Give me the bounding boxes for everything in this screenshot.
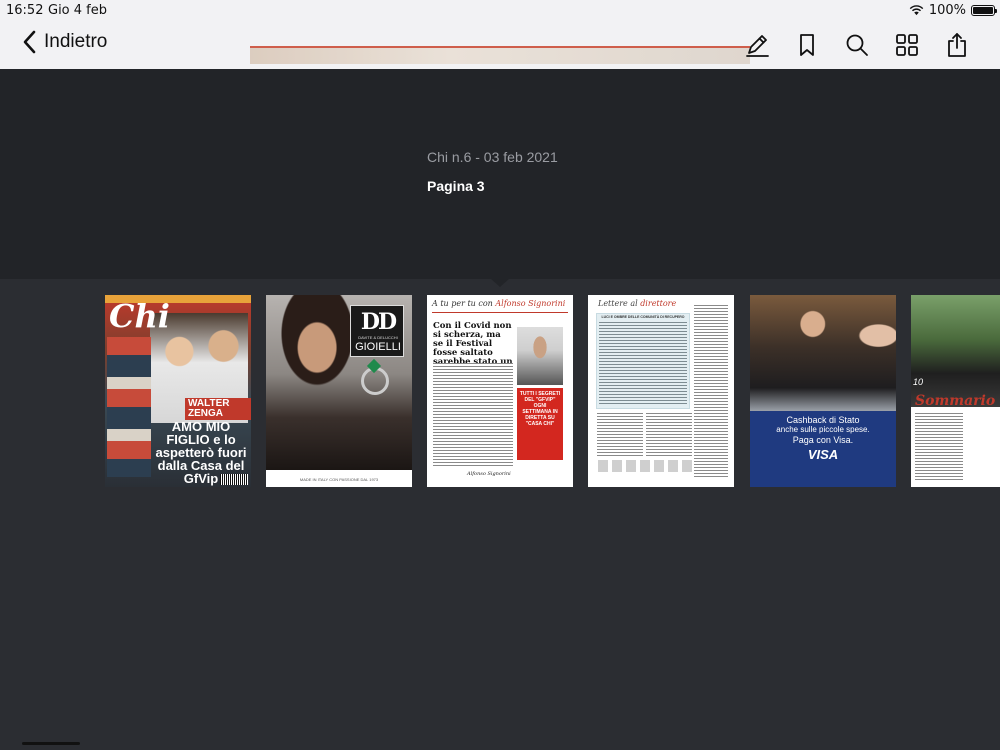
- issue-title: Chi n.6 - 03 feb 2021: [427, 149, 558, 165]
- thumbnail-ad-jewelry[interactable]: DD DAVITE & DELUCCHI GIOIELLI MADE IN IT…: [266, 295, 412, 487]
- visa-line-1: Cashback di Stato: [786, 415, 860, 425]
- editorial-red-box-text: TUTTI I SEGRETI DEL "GFVIP" OGNI SETTIMA…: [519, 391, 561, 427]
- thumbnail-editorial[interactable]: A tu per tu con Alfonso Signorini Con il…: [427, 295, 573, 487]
- back-label: Indietro: [44, 31, 108, 52]
- grid-icon: [896, 34, 918, 56]
- letters-column-right: [694, 305, 728, 477]
- contents-number: 10: [913, 377, 924, 387]
- grid-button[interactable]: [882, 28, 932, 62]
- editorial-signature: Alfonso Signorini: [467, 471, 511, 477]
- share-icon: [948, 33, 966, 57]
- cover-side-stories: [107, 337, 151, 477]
- thumbnail-ad-visa[interactable]: Cashback di Stato anche sulle piccole sp…: [750, 295, 896, 487]
- contents-list: [915, 413, 963, 481]
- visa-logo: VISA: [807, 447, 839, 462]
- bookmark-icon: [800, 34, 814, 56]
- toolbar: [732, 28, 982, 62]
- home-indicator: [22, 742, 80, 745]
- bookmark-button[interactable]: [782, 28, 832, 62]
- visa-photo: [750, 295, 896, 411]
- brand-line: DAVITE & DELUCCHI: [358, 335, 398, 340]
- wifi-icon: [909, 5, 924, 16]
- top-bar: 16:52 Gio 4 feb 100% Indietro: [0, 0, 1000, 69]
- editorial-body: [433, 363, 513, 467]
- status-right: 100%: [909, 3, 997, 18]
- status-date: Gio 4 feb: [48, 3, 108, 18]
- letters-heading: Lettere al direttore: [598, 299, 676, 308]
- kicker-prefix: A tu per tu con: [432, 299, 493, 308]
- editorial-photo: [517, 327, 563, 385]
- barcode: [220, 474, 248, 485]
- issue-info-panel: Chi n.6 - 03 feb 2021 Pagina 3: [0, 69, 1000, 279]
- contents-title: Sommario: [915, 393, 996, 409]
- thumbnail-cover[interactable]: Chi WALTER ZENGA AMO MIO FIGLIO e lo asp…: [105, 295, 251, 487]
- thumbnail-strip[interactable]: Chi WALTER ZENGA AMO MIO FIGLIO e lo asp…: [0, 295, 1000, 487]
- battery-percent: 100%: [928, 3, 966, 18]
- battery-icon: [971, 5, 997, 16]
- kicker-name: Alfonso Signorini: [495, 299, 566, 308]
- annotate-button[interactable]: [732, 28, 782, 62]
- visa-line-2: anche sulle piccole spese.: [776, 425, 870, 434]
- letters-sponsor-logos: [598, 460, 693, 472]
- visa-line-3: Paga con Visa.: [792, 435, 854, 445]
- letters-heading-word: direttore: [640, 299, 677, 308]
- page-label: Pagina 3: [427, 178, 485, 194]
- cover-name-tag: WALTER ZENGA: [185, 398, 251, 420]
- back-button[interactable]: Indietro: [22, 30, 107, 54]
- letters-column-bottom-left: [597, 413, 643, 457]
- cover-logo: Chi: [109, 297, 170, 335]
- thumbnail-contents[interactable]: 10 Sommario: [911, 295, 1000, 487]
- annotate-icon: [746, 35, 769, 57]
- share-button[interactable]: [932, 28, 982, 62]
- search-button[interactable]: [832, 28, 882, 62]
- brand-word: GIOIELLI: [355, 341, 401, 353]
- brand-box: DD DAVITE & DELUCCHI GIOIELLI: [350, 305, 404, 357]
- status-time: 16:52: [6, 3, 44, 18]
- brand-logo: DD: [360, 309, 397, 335]
- letters-column-bottom-mid: [646, 413, 692, 457]
- thumbnail-letters[interactable]: Lettere al direttore LUCI E OMBRE DELLE …: [588, 295, 734, 487]
- nav-row: Indietro: [0, 28, 1000, 64]
- contents-photo: [911, 295, 1000, 407]
- status-bar: 16:52 Gio 4 feb 100%: [0, 3, 1000, 19]
- kicker-rule: [432, 312, 568, 313]
- letters-heading-prefix: Lettere al: [598, 299, 638, 308]
- current-page-pointer: [491, 279, 509, 287]
- letters-box-title: LUCI E OMBRE DELLE COMUNITÀ DI RECUPERO: [601, 315, 685, 319]
- chevron-left-icon: [23, 30, 36, 54]
- letters-box-body: [599, 322, 687, 406]
- ad-footer: MADE IN ITALY CON PASSIONE DAL 1973: [299, 477, 379, 482]
- editorial-kicker: A tu per tu con Alfonso Signorini: [432, 299, 565, 308]
- page-peek: [250, 46, 750, 64]
- search-icon: [846, 34, 868, 56]
